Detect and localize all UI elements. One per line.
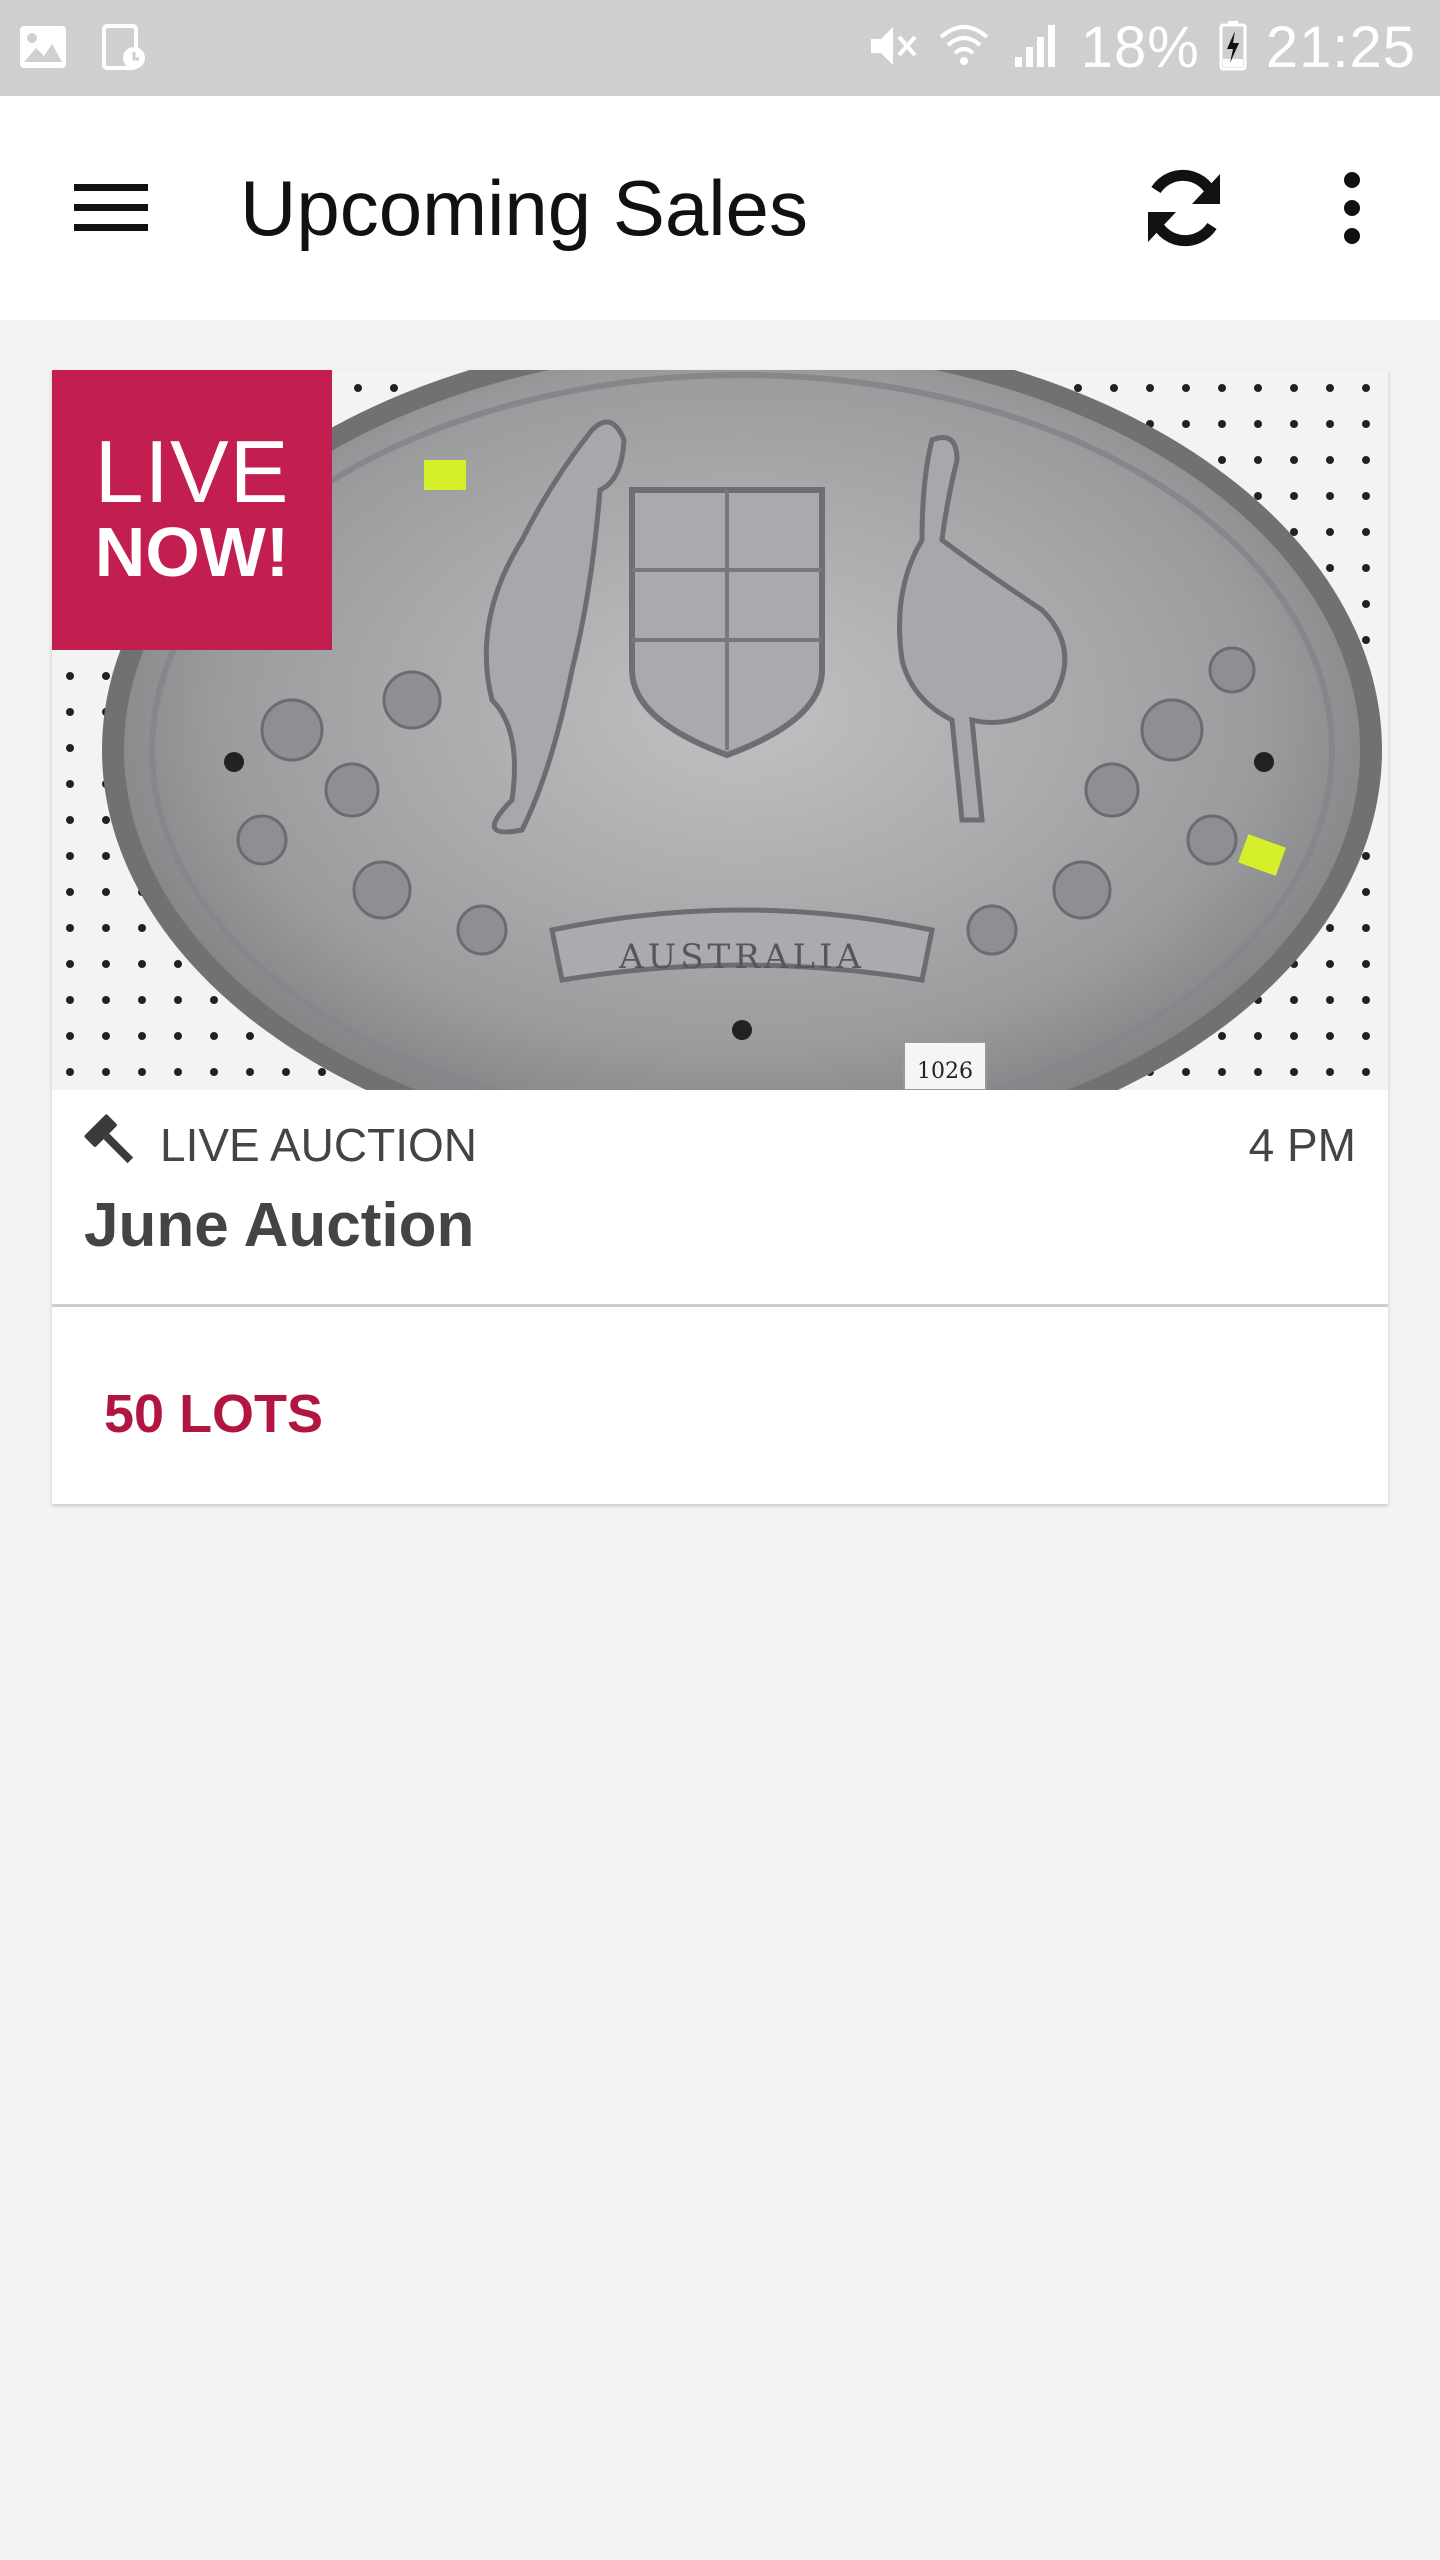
sale-time: 4 PM	[1248, 1119, 1356, 1171]
live-badge-line1: LIVE	[94, 422, 290, 521]
live-badge-line2: NOW!	[94, 513, 290, 591]
refresh-icon[interactable]	[1128, 152, 1240, 264]
gavel-icon	[82, 1112, 142, 1172]
lot-tag-number: 1026	[917, 1059, 973, 1084]
live-now-badge: LIVE NOW!	[52, 370, 332, 650]
calendar-clock-icon	[98, 22, 148, 77]
hamburger-menu-icon[interactable]	[56, 162, 168, 254]
sale-type-label: LIVE AUCTION	[160, 1119, 477, 1171]
australia-engraving: AUSTRALIA	[618, 937, 865, 977]
sale-image[interactable]: AUSTRALIA 1026 LIVE NOW!	[52, 370, 1388, 1090]
lots-button[interactable]: 50 LOTS	[104, 1382, 323, 1446]
clock: 21:25	[1265, 15, 1416, 80]
battery-charging-icon	[1218, 19, 1248, 78]
signal-icon	[1009, 19, 1063, 78]
status-bar: 18% 21:25	[0, 0, 1440, 96]
page-title: Upcoming Sales	[240, 164, 808, 252]
battery-percent: 18%	[1080, 15, 1200, 80]
sale-name: June Auction	[84, 1191, 475, 1260]
sale-meta-row: LIVE AUCTION 4 PM	[52, 1090, 1388, 1190]
card-divider	[52, 1304, 1388, 1307]
more-vertical-icon[interactable]	[1296, 152, 1408, 264]
app-toolbar: Upcoming Sales	[0, 96, 1440, 320]
wifi-icon	[937, 19, 991, 78]
mute-icon	[865, 19, 919, 78]
sale-card[interactable]: AUSTRALIA 1026 LIVE NOW! LIVE AUCTION 4 …	[52, 370, 1388, 1504]
image-icon	[18, 22, 68, 77]
